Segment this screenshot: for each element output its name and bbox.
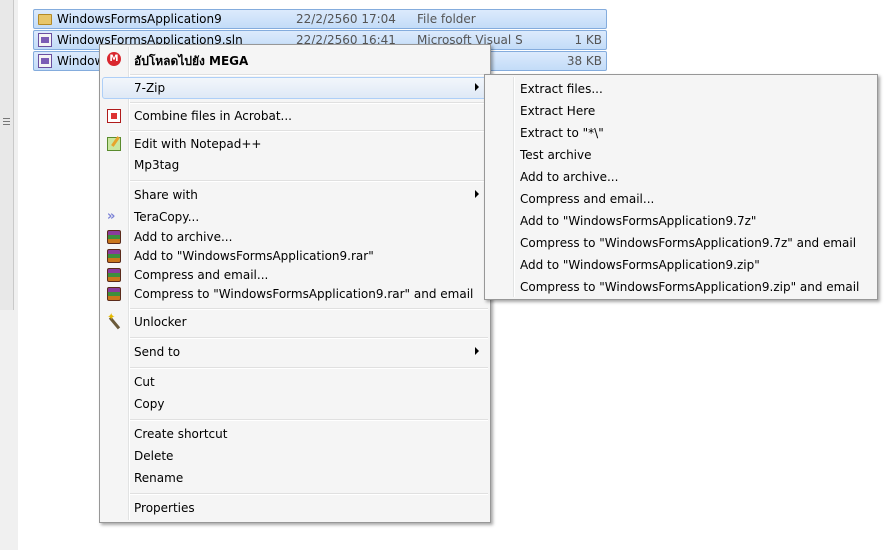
menu-item-label: Test archive xyxy=(520,148,592,162)
menu-item-label: Extract files... xyxy=(520,82,603,96)
menu-item-label: Compress to "WindowsFormsApplication9.7z… xyxy=(520,236,857,250)
magic-wand-icon xyxy=(107,312,121,329)
menu-item-label: Compress and email... xyxy=(520,192,655,206)
menu-separator xyxy=(130,337,488,339)
submenu-arrow-icon xyxy=(475,83,479,91)
submenu-arrow-icon xyxy=(475,190,479,198)
menu-separator xyxy=(130,493,488,495)
submenu-7zip: Extract files... Extract Here Extract to… xyxy=(484,74,878,300)
file-size: 38 KB xyxy=(566,54,602,68)
menu-item-label: Properties xyxy=(134,501,195,515)
menu-item-label: Unlocker xyxy=(134,315,187,329)
menu-separator xyxy=(130,308,488,310)
menu-item-teracopy[interactable]: » TeraCopy... xyxy=(102,206,488,228)
visual-studio-solution-icon xyxy=(38,33,52,47)
menu-item-label: Rename xyxy=(134,471,184,485)
menu-separator xyxy=(130,180,488,182)
menu-item-label: Add to "WindowsFormsApplication9.7z" xyxy=(520,214,757,228)
submenu-item-compress-zip-email[interactable]: Compress to "WindowsFormsApplication9.zi… xyxy=(487,276,875,298)
acrobat-icon xyxy=(107,109,121,123)
file-name: WindowsFormsApplication9 xyxy=(57,12,222,26)
folder-icon xyxy=(38,12,52,26)
menu-item-label: Share with xyxy=(134,188,198,202)
file-row[interactable]: WindowsFormsApplication9 22/2/2560 17:04… xyxy=(33,9,607,29)
menu-item-create-shortcut[interactable]: Create shortcut xyxy=(102,423,488,445)
menu-item-label: Add to archive... xyxy=(520,170,619,184)
menu-separator xyxy=(130,367,488,369)
menu-item-label: Extract to "*\" xyxy=(520,126,604,140)
menu-item-rename[interactable]: Rename xyxy=(102,467,488,489)
menu-item-mp3tag[interactable]: Mp3tag xyxy=(102,154,488,176)
winrar-icon xyxy=(107,287,121,301)
menu-item-label: Cut xyxy=(134,375,155,389)
file-date: 22/2/2560 17:04 xyxy=(296,12,396,26)
menu-item-label: Mp3tag xyxy=(134,158,180,172)
menu-item-label: Compress to "WindowsFormsApplication9.zi… xyxy=(520,280,860,294)
menu-item-label: อัปโหลดไปยัง MEGA xyxy=(134,54,249,68)
menu-separator xyxy=(130,130,488,132)
menu-item-notepadpp[interactable]: Edit with Notepad++ xyxy=(102,133,488,155)
menu-item-label: Compress and email... xyxy=(134,268,269,282)
file-type: File folder xyxy=(417,12,476,26)
menu-item-combine-acrobat[interactable]: Combine files in Acrobat... xyxy=(102,105,488,127)
menu-item-label: Combine files in Acrobat... xyxy=(134,109,292,123)
context-menu: M อัปโหลดไปยัง MEGA 7-Zip Combine files … xyxy=(99,44,491,523)
menu-item-cut[interactable]: Cut xyxy=(102,371,488,393)
notepadpp-icon xyxy=(107,137,121,151)
navigation-scrollbar[interactable] xyxy=(0,0,14,310)
menu-item-compress-rar-email[interactable]: Compress to "WindowsFormsApplication9.ra… xyxy=(102,283,488,305)
submenu-item-add-7z[interactable]: Add to "WindowsFormsApplication9.7z" xyxy=(487,210,875,232)
menu-item-share-with[interactable]: Share with xyxy=(102,184,488,206)
menu-item-label: 7-Zip xyxy=(134,81,166,95)
menu-item-label: Create shortcut xyxy=(134,427,228,441)
menu-item-send-to[interactable]: Send to xyxy=(102,341,488,363)
menu-item-label: Edit with Notepad++ xyxy=(134,137,262,151)
menu-item-label: Add to "WindowsFormsApplication9.rar" xyxy=(134,249,374,263)
submenu-item-compress-7z-email[interactable]: Compress to "WindowsFormsApplication9.7z… xyxy=(487,232,875,254)
menu-item-properties[interactable]: Properties xyxy=(102,497,488,519)
menu-item-label: Copy xyxy=(134,397,165,411)
scrollbar-grip-icon[interactable] xyxy=(3,118,10,127)
menu-item-label: Add to "WindowsFormsApplication9.zip" xyxy=(520,258,760,272)
menu-item-copy[interactable]: Copy xyxy=(102,393,488,415)
teracopy-icon: » xyxy=(107,209,115,224)
menu-item-unlocker[interactable]: Unlocker xyxy=(102,311,488,333)
menu-item-7zip[interactable]: 7-Zip xyxy=(102,77,488,99)
file-name: Window xyxy=(57,54,105,68)
winrar-icon xyxy=(107,268,121,282)
submenu-item-add-zip[interactable]: Add to "WindowsFormsApplication9.zip" xyxy=(487,254,875,276)
winrar-icon xyxy=(107,249,121,263)
submenu-item-extract-here[interactable]: Extract Here xyxy=(487,100,875,122)
menu-item-label: Send to xyxy=(134,345,181,359)
submenu-arrow-icon xyxy=(475,347,479,355)
mega-icon: M xyxy=(107,52,121,66)
menu-separator xyxy=(130,74,488,76)
menu-item-label: Compress to "WindowsFormsApplication9.ra… xyxy=(134,287,474,301)
file-size: 1 KB xyxy=(574,33,602,47)
menu-item-label: Add to archive... xyxy=(134,230,233,244)
menu-separator xyxy=(130,419,488,421)
submenu-item-extract-to[interactable]: Extract to "*\" xyxy=(487,122,875,144)
winrar-icon xyxy=(107,230,121,244)
submenu-item-compress-email[interactable]: Compress and email... xyxy=(487,188,875,210)
menu-separator xyxy=(130,102,488,104)
visual-studio-solution-icon xyxy=(38,54,52,68)
menu-item-label: Delete xyxy=(134,449,174,463)
submenu-item-extract-files[interactable]: Extract files... xyxy=(487,78,875,100)
menu-item-mega-upload[interactable]: M อัปโหลดไปยัง MEGA xyxy=(102,48,488,70)
submenu-item-add-archive[interactable]: Add to archive... xyxy=(487,166,875,188)
submenu-item-test-archive[interactable]: Test archive xyxy=(487,144,875,166)
menu-item-label: TeraCopy... xyxy=(134,210,200,224)
menu-item-label: Extract Here xyxy=(520,104,596,118)
menu-item-delete[interactable]: Delete xyxy=(102,445,488,467)
